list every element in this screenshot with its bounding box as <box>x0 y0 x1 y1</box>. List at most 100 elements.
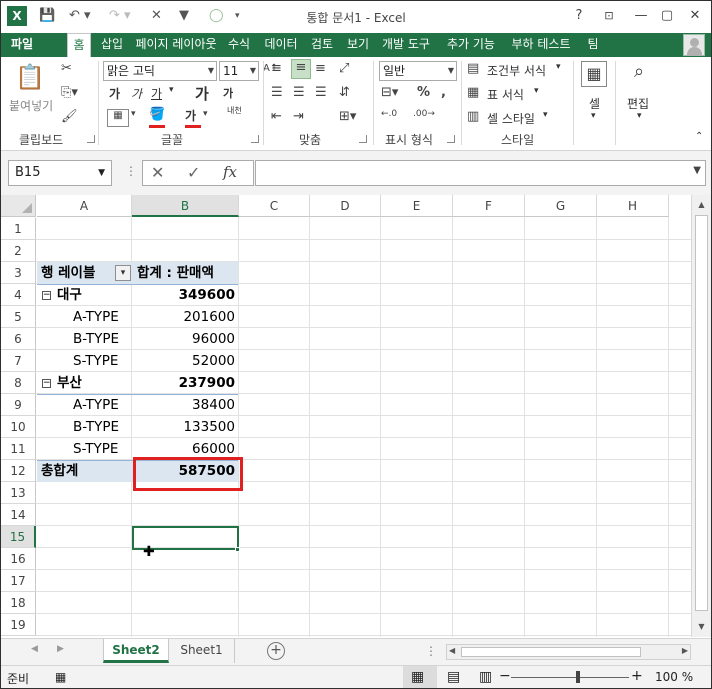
cell-styles-icon[interactable]: ▥ <box>467 109 479 124</box>
split-grip-icon[interactable]: ⋮ <box>425 644 437 658</box>
pivot-item-label[interactable]: B-TYPE <box>73 328 119 350</box>
add-sheet-button[interactable]: + <box>267 642 285 660</box>
tab-0[interactable]: 파일 <box>1 33 43 57</box>
row-header[interactable]: 13 <box>1 482 36 504</box>
sheet-tab-sheet2[interactable]: Sheet2 <box>103 639 169 663</box>
pivot-row-label-header[interactable]: 행 레이블 <box>41 262 95 284</box>
tab-2[interactable]: 삽입 <box>95 33 129 57</box>
underline-dropdown-icon[interactable]: ▾ <box>169 85 174 95</box>
font-color-button[interactable]: 가 <box>185 107 196 124</box>
increase-indent-icon[interactable]: ⇥ <box>293 109 304 124</box>
bold-button[interactable]: 가 <box>109 85 120 102</box>
row-header[interactable]: 7 <box>1 350 36 372</box>
conditional-format-icon[interactable]: ▤ <box>467 61 479 76</box>
formula-input[interactable]: ▼ <box>255 160 706 186</box>
cancel-icon[interactable]: ✕ <box>151 163 164 182</box>
minimize-button[interactable]: — <box>629 5 653 27</box>
phonetic-button[interactable]: 내천 <box>227 105 242 116</box>
tab-9[interactable]: 추가 기능 <box>442 33 500 57</box>
font-color-dropdown-icon[interactable]: ▾ <box>203 109 208 119</box>
fill-handle[interactable] <box>235 547 240 552</box>
alignment-launcher-icon[interactable] <box>359 135 367 143</box>
pivot-item-value[interactable]: 96000 <box>137 328 235 350</box>
copy-icon[interactable]: ⎘▾ <box>61 85 78 100</box>
column-header[interactable]: E <box>381 195 453 217</box>
orientation-icon[interactable]: ⤢ <box>339 61 349 76</box>
cells-button[interactable]: 셀 <box>589 95 600 112</box>
font-name-select[interactable]: 맑은 고딕 ▼ <box>103 61 217 81</box>
row-header[interactable]: 3 <box>1 262 36 284</box>
scroll-left-icon[interactable]: ◀ <box>449 646 455 655</box>
align-top-icon[interactable]: ≡ <box>271 61 282 76</box>
scroll-down-icon[interactable]: ▼ <box>692 619 711 635</box>
cells-dropdown-icon[interactable]: ▾ <box>591 111 596 121</box>
macro-record-icon[interactable]: ▦ <box>55 670 66 684</box>
paste-icon[interactable]: 📋 <box>15 63 45 91</box>
pivot-group-total[interactable]: 237900 <box>137 372 235 394</box>
expand-formula-icon[interactable]: ▼ <box>693 165 701 176</box>
scroll-right-icon[interactable]: ▶ <box>682 646 688 655</box>
collapse-ribbon-icon[interactable]: ⌃ <box>695 131 703 142</box>
row-header[interactable]: 8 <box>1 372 36 394</box>
cut-icon[interactable]: ✂ <box>61 61 72 76</box>
decrease-indent-icon[interactable]: ⇤ <box>271 109 282 124</box>
cell-styles-button[interactable]: 셀 스타일 <box>487 110 535 127</box>
editing-dropdown-icon[interactable]: ▾ <box>637 111 642 121</box>
pivot-item-value[interactable]: 133500 <box>137 416 235 438</box>
row-header[interactable]: 14 <box>1 504 36 526</box>
pivot-item-value[interactable]: 201600 <box>137 306 235 328</box>
zoom-slider-knob[interactable] <box>576 671 580 683</box>
increase-decimal-icon[interactable]: ←.0 <box>381 109 397 119</box>
format-table-dropdown-icon[interactable]: ▾ <box>534 86 539 96</box>
column-header[interactable]: H <box>597 195 669 217</box>
pivot-group-label[interactable]: 대구 <box>57 284 82 306</box>
clipboard-launcher-icon[interactable] <box>87 135 95 143</box>
select-all-corner[interactable] <box>1 195 36 217</box>
pivot-item-label[interactable]: B-TYPE <box>73 416 119 438</box>
number-launcher-icon[interactable] <box>447 135 455 143</box>
pivot-item-value[interactable]: 52000 <box>137 350 235 372</box>
row-header[interactable]: 9 <box>1 394 36 416</box>
editing-button[interactable]: 편집 <box>627 95 649 112</box>
name-box[interactable]: B15 ▼ <box>8 160 112 186</box>
zoom-out-button[interactable]: − <box>499 668 511 684</box>
vertical-scrollbar[interactable]: ▲ ▼ <box>691 195 711 637</box>
pivot-item-label[interactable]: S-TYPE <box>73 350 118 372</box>
format-table-icon[interactable]: ▦ <box>467 85 479 100</box>
row-header[interactable]: 1 <box>1 218 36 240</box>
tab-11[interactable]: 팀 <box>583 33 603 57</box>
filter-dropdown-icon[interactable]: ▾ <box>115 265 131 281</box>
align-right-icon[interactable]: ☰ <box>315 85 327 100</box>
grow-font-button[interactable]: 가 <box>195 83 209 104</box>
number-format-select[interactable]: 일반 ▼ <box>379 61 457 81</box>
grand-total-label[interactable]: 총합계 <box>41 460 78 482</box>
worksheet-grid[interactable]: ABCDEFGH 1 2 3 4 5 6 7 8 9 10 11 12 13 14 15 16 17 18 19 행… <box>1 195 711 638</box>
collapse-toggle-icon[interactable]: − <box>42 291 51 300</box>
align-middle-icon[interactable]: ≡ <box>291 59 311 79</box>
pivot-group-total[interactable]: 349600 <box>137 284 235 306</box>
conditional-format-button[interactable]: 조건부 서식 <box>487 62 546 79</box>
percent-icon[interactable]: % <box>417 85 430 100</box>
accounting-format-icon[interactable]: ⊟▾ <box>381 85 398 100</box>
prev-sheet-icon[interactable]: ◀ <box>31 644 38 654</box>
font-size-select[interactable]: 11 ▼ <box>219 61 259 81</box>
row-header[interactable]: 6 <box>1 328 36 350</box>
page-break-view-icon[interactable]: ▥ <box>479 669 492 685</box>
zoom-in-button[interactable]: + <box>631 668 643 684</box>
align-bottom-icon[interactable]: ≡ <box>315 61 326 76</box>
zoom-level[interactable]: 100 % <box>655 670 693 684</box>
pivot-item-label[interactable]: S-TYPE <box>73 438 118 460</box>
format-painter-icon[interactable]: 🖌 <box>61 109 78 124</box>
pivot-item-label[interactable]: A-TYPE <box>73 394 119 416</box>
paste-button[interactable]: 붙여넣기 <box>9 97 53 114</box>
close-button[interactable]: ✕ <box>683 5 707 27</box>
maximize-button[interactable]: ▢ <box>655 5 679 27</box>
tab-5[interactable]: 데이터 <box>259 33 303 57</box>
zoom-slider[interactable] <box>511 677 629 678</box>
horizontal-scroll-thumb[interactable] <box>461 647 641 657</box>
tab-8[interactable]: 개발 도구 <box>377 33 435 57</box>
user-avatar-icon[interactable] <box>683 34 705 56</box>
help-button[interactable]: ? <box>567 5 591 27</box>
column-header[interactable]: A <box>37 195 132 217</box>
enter-icon[interactable]: ✓ <box>187 163 200 182</box>
